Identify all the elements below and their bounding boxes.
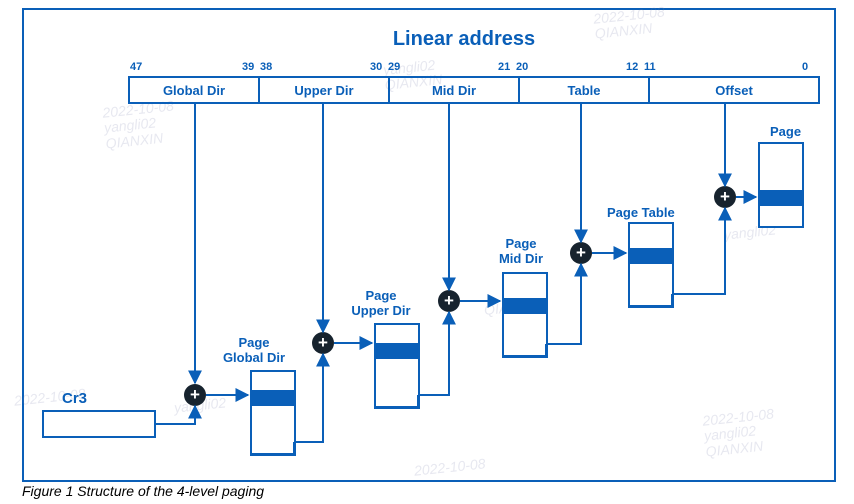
cr3-label: Cr3 — [62, 390, 87, 407]
label-page: Page — [770, 124, 801, 139]
adder-icon: + — [438, 290, 460, 312]
linear-address-bar: Global Dir Upper Dir Mid Dir Table Offse… — [128, 76, 820, 104]
bit-hi-0: 47 — [130, 61, 142, 73]
bit-hi-2: 29 — [388, 61, 400, 73]
watermark: 2022-10-08 yangli02 QIANXIN — [702, 406, 778, 459]
bit-hi-1: 38 — [260, 61, 272, 73]
label-page-table: Page Table — [607, 205, 675, 220]
adder-icon: + — [184, 384, 206, 406]
label-page-mid-dir: Page Mid Dir — [476, 236, 566, 266]
table-page — [758, 142, 804, 228]
field-offset: Offset — [650, 78, 818, 102]
field-table: Table — [520, 78, 650, 102]
watermark: 2022-10-08 QIANXIN — [593, 4, 667, 42]
field-global-dir: Global Dir — [130, 78, 260, 102]
bit-lo-0: 39 — [242, 61, 254, 73]
label-page-upper-dir: Page Upper Dir — [336, 288, 426, 318]
bit-lo-3: 12 — [626, 61, 638, 73]
table-page-upper-dir — [374, 323, 420, 409]
table-page-table — [628, 222, 674, 308]
table-page-mid-dir — [502, 272, 548, 358]
table-page-global-dir — [250, 370, 296, 456]
watermark: 2022-10-08 — [413, 456, 486, 479]
diagram-frame: 2022-10-08 yangli02 QIANXIN 2022-10-08 Q… — [22, 8, 836, 482]
adder-icon: + — [312, 332, 334, 354]
bit-hi-3: 20 — [516, 61, 528, 73]
diagram-title: Linear address — [364, 28, 564, 51]
field-upper-dir: Upper Dir — [260, 78, 390, 102]
watermark: 2022-10-08 yangli02 QIANXIN — [102, 98, 178, 151]
bit-hi-4: 11 — [644, 61, 656, 73]
bit-lo-2: 21 — [498, 61, 510, 73]
cr3-register — [42, 410, 156, 438]
bit-lo-1: 30 — [370, 61, 382, 73]
label-page-global-dir: Page Global Dir — [209, 335, 299, 365]
adder-icon: + — [570, 242, 592, 264]
figure-caption: Figure 1 Structure of the 4-level paging — [22, 483, 264, 499]
adder-icon: + — [714, 186, 736, 208]
bit-lo-4: 0 — [802, 61, 808, 73]
field-mid-dir: Mid Dir — [390, 78, 520, 102]
